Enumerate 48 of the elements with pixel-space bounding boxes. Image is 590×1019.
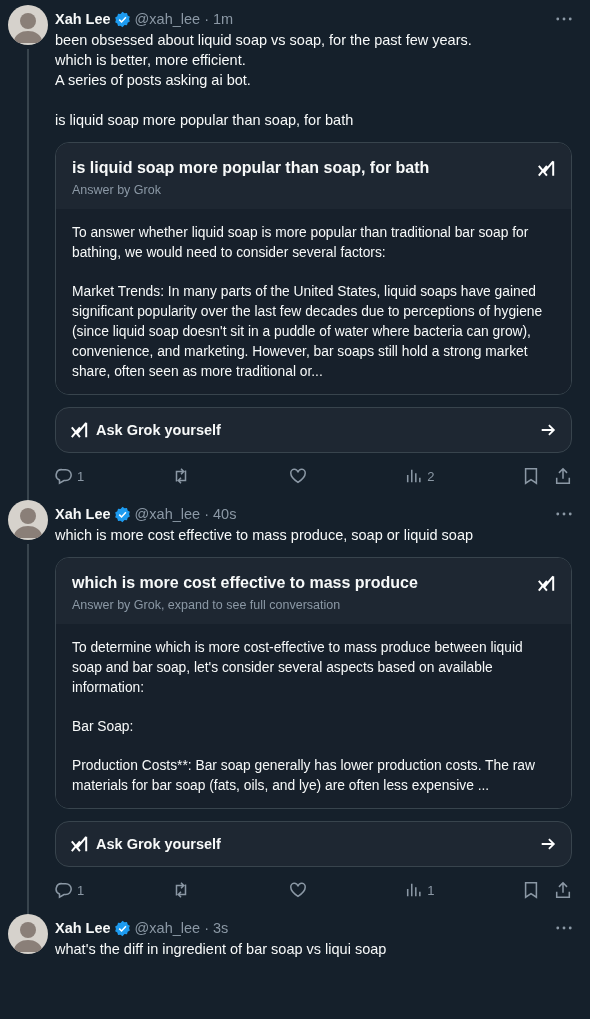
answer-paragraph: Production Costs**: Bar soap generally has lower production costs. The raw materials for bar soap (fats, oils, and lye) are often less expensive ...: [72, 757, 536, 795]
like-icon[interactable]: [288, 467, 307, 485]
ask-button[interactable]: Ask Grok yourself: [55, 821, 572, 867]
logo-icon: [537, 159, 555, 178]
card-title: is liquid soap more popular than soap, for bath: [72, 158, 430, 178]
post-text: been obsessed about liquid soap vs soap, for the past few years. which is better, more efficient. A series of posts asking ai bot. is liquid soap more popular than soap, for bath: [55, 31, 473, 130]
more-options-icon[interactable]: [556, 926, 572, 930]
share-icon[interactable]: [554, 467, 572, 485]
arrow-right-icon: [539, 835, 557, 853]
share-icon[interactable]: [554, 881, 572, 899]
views-count: 2: [427, 468, 435, 484]
ask-button[interactable]: Ask Grok yourself: [55, 407, 572, 453]
avatar[interactable]: [8, 5, 48, 45]
reply-count: 1: [77, 468, 85, 484]
reply-icon[interactable]: [55, 467, 73, 485]
post-text: what's the diff in ingredient of bar soap vs liqui soap: [55, 940, 388, 959]
reply-count: 1: [77, 882, 85, 898]
logo-icon: [70, 835, 88, 853]
answer-card[interactable]: [55, 142, 572, 395]
logo-icon: [70, 421, 88, 439]
card-title: which is more cost effective to mass produce: [72, 573, 418, 593]
author-name[interactable]: Xah Lee: [55, 11, 111, 27]
reply-icon[interactable]: [55, 881, 73, 899]
bookmark-icon[interactable]: [522, 881, 540, 899]
answer-paragraph: Market Trends: In many parts of the United States, liquid soaps have gained significant popularity over the last few decades due to perceptions of hygiene (since liquid soap doesn't sit in a puddle of water where bacteria can grow), convenience, and marketing. However, bar soaps still hold a strong market share, often seen as more traditional or...: [72, 283, 544, 381]
answer-card[interactable]: [55, 557, 572, 809]
card-subtitle: Answer by Grok, expand to see full conversation: [72, 598, 342, 612]
avatar[interactable]: [8, 914, 48, 954]
handle-and-time: @xah_lee · 3s: [134, 920, 229, 936]
bookmark-icon[interactable]: [522, 467, 540, 485]
handle-and-time: @xah_lee · 1m: [134, 11, 234, 27]
views-icon[interactable]: [405, 467, 424, 485]
author-name[interactable]: Xah Lee: [55, 506, 111, 522]
like-icon[interactable]: [288, 881, 307, 899]
handle-and-time: @xah_lee · 40s: [134, 506, 237, 522]
post-text: which is more cost effective to mass produce, soap or liquid soap: [55, 526, 475, 545]
answer-paragraph: To determine which is more cost-effective to mass produce between liquid soap and bar soap, let's consider several aspects based on available information:: [72, 639, 524, 697]
avatar[interactable]: [8, 500, 48, 540]
more-options-icon[interactable]: [556, 512, 572, 516]
views-count: 1: [427, 882, 435, 898]
answer-paragraph: To answer whether liquid soap is more popular than traditional bar soap for bathing, we would need to consider several factors:: [72, 224, 530, 262]
arrow-right-icon: [539, 421, 557, 439]
author-name[interactable]: Xah Lee: [55, 920, 111, 936]
views-icon[interactable]: [405, 881, 424, 899]
card-subtitle: Answer by Grok: [72, 183, 162, 197]
more-options-icon[interactable]: [556, 17, 572, 21]
logo-icon: [537, 574, 555, 593]
answer-paragraph: Bar Soap:: [72, 718, 135, 736]
